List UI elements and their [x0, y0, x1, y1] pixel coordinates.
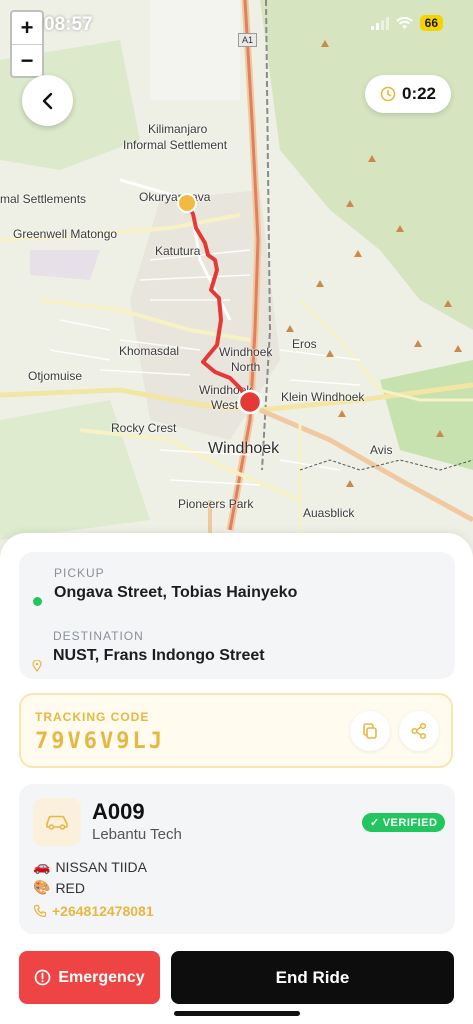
copy-button[interactable]: [350, 711, 390, 751]
end-ride-label: End Ride: [275, 967, 350, 987]
pickup-marker[interactable]: [177, 193, 197, 213]
zoom-in-button[interactable]: +: [12, 12, 42, 45]
pickup-dot-icon: [33, 597, 42, 606]
destination-address: NUST, Frans Indongo Street: [53, 647, 265, 664]
tracking-code[interactable]: 79V6V9LJ: [35, 729, 165, 754]
tracking-label: TRACKING CODE: [35, 710, 150, 724]
phone-icon: [33, 904, 47, 918]
clock-icon: [380, 86, 396, 102]
check-icon: ✓: [370, 817, 380, 829]
copy-icon: [363, 723, 377, 739]
driver-phone[interactable]: +264812478081: [52, 903, 154, 919]
destination-marker[interactable]: [237, 389, 263, 415]
status-icons: 66: [370, 15, 443, 31]
vehicle-row: 🚗 NISSAN TIIDA: [33, 858, 147, 875]
zoom-out-button[interactable]: −: [12, 45, 42, 77]
pickup-label: PICKUP: [54, 566, 105, 580]
palette-emoji-icon: 🎨: [33, 879, 51, 895]
signal-icon: [370, 16, 389, 30]
vehicle-model: NISSAN TIIDA: [55, 858, 147, 875]
end-ride-button[interactable]: End Ride: [171, 951, 454, 1004]
driver-id: A009: [92, 799, 145, 824]
tracking-card: TRACKING CODE 79V6V9LJ: [19, 693, 453, 768]
home-indicator: [174, 1011, 300, 1016]
share-icon: [411, 722, 427, 740]
chevron-left-icon: [42, 92, 52, 109]
location-pin-icon: [32, 660, 42, 672]
wifi-icon: [395, 16, 413, 29]
ride-timer: 0:22: [365, 75, 451, 113]
ride-details-sheet: PICKUP Ongava Street, Tobias Hainyeko DE…: [0, 533, 473, 1024]
color-row: 🎨 RED: [33, 879, 85, 896]
emergency-button[interactable]: Emergency: [19, 951, 160, 1004]
battery-indicator: 66: [419, 15, 443, 31]
phone-row[interactable]: +264812478081: [33, 903, 154, 919]
trip-card: PICKUP Ongava Street, Tobias Hainyeko DE…: [19, 552, 455, 679]
vehicle-avatar: [33, 798, 81, 846]
back-button[interactable]: [22, 75, 73, 126]
zoom-control: + −: [10, 10, 44, 78]
route-line: [185, 202, 251, 403]
alert-circle-icon: [35, 969, 51, 986]
timer-value: 0:22: [401, 84, 437, 103]
driver-company: Lebantu Tech: [92, 826, 182, 843]
car-emoji-icon: 🚗: [33, 858, 51, 874]
status-time: 08:57: [44, 14, 93, 35]
vehicle-color: RED: [55, 879, 85, 896]
emergency-label: Emergency: [58, 968, 145, 986]
destination-label: DESTINATION: [53, 629, 144, 643]
car-icon: [46, 815, 68, 830]
verified-label: VERIFIED: [382, 816, 438, 829]
pickup-address: Ongava Street, Tobias Hainyeko: [54, 584, 298, 601]
verified-badge: ✓ VERIFIED: [362, 813, 446, 832]
share-button[interactable]: [399, 711, 439, 751]
driver-card: A009 Lebantu Tech ✓ VERIFIED 🚗 NISSAN TI…: [19, 784, 455, 934]
map-view[interactable]: Kilimanjaro Informal Settlement mal Sett…: [0, 0, 473, 560]
